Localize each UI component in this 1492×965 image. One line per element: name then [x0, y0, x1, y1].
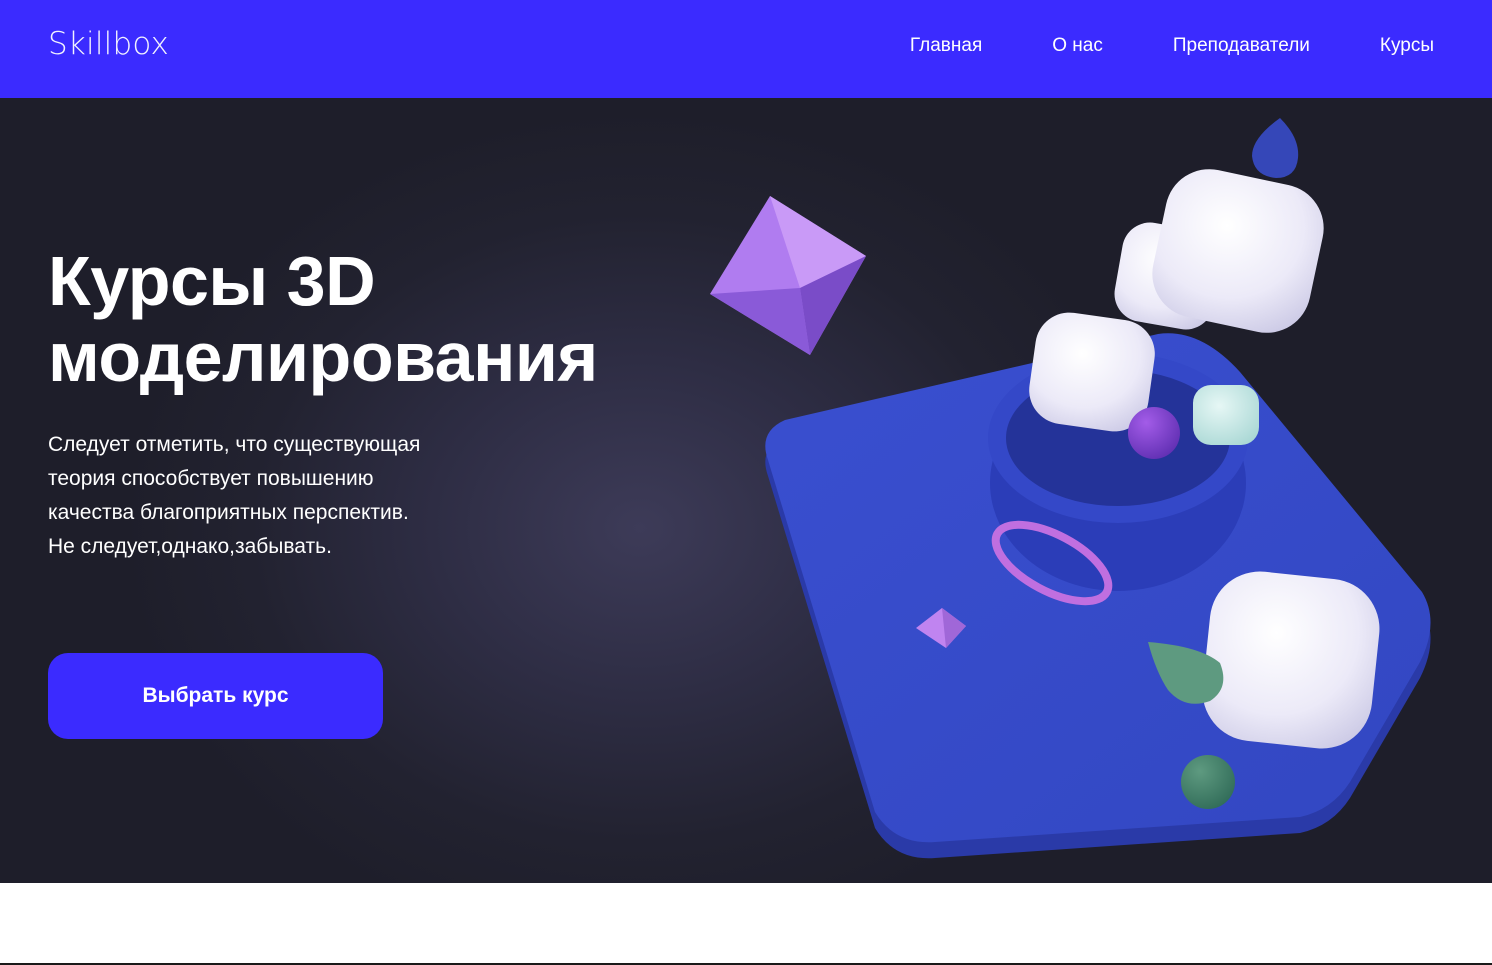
nav-link-courses[interactable]: Курсы — [1380, 35, 1434, 57]
hero-section: Курсы 3D моделирования Следует отметить,… — [0, 98, 1492, 883]
3d-shapes-composition-icon — [710, 118, 1431, 859]
hero-title-line-2: моделирования — [48, 318, 598, 396]
site-header: Skillbox Главная О нас Преподаватели Кур… — [0, 0, 1492, 98]
hero-description-line: Следует отметить, что существующая — [48, 433, 421, 456]
main-nav: Главная О нас Преподаватели Курсы — [910, 35, 1434, 57]
hero-description: Следует отметить, что существующая теори… — [48, 428, 468, 564]
hero-description-line: качества благоприятных перспектив. — [48, 501, 409, 524]
nav-link-teachers[interactable]: Преподаватели — [1173, 35, 1310, 57]
hero-description-line: теория способствует повышению — [48, 467, 374, 490]
nav-link-home[interactable]: Главная — [910, 35, 982, 57]
hero-description-line: Не следует,однако,забывать. — [48, 535, 332, 558]
hero-title: Курсы 3D моделирования — [48, 243, 598, 395]
hero-title-line-1: Курсы 3D — [48, 242, 376, 320]
skillbox-logo[interactable]: Skillbox — [48, 26, 169, 62]
nav-link-about[interactable]: О нас — [1052, 35, 1103, 57]
choose-course-button[interactable]: Выбрать курс — [48, 653, 383, 739]
